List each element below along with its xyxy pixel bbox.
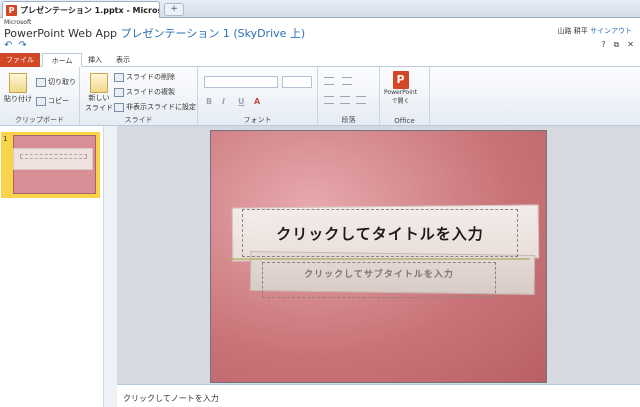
copy-icon [36,96,46,106]
bullets-icon[interactable] [324,77,334,85]
restore-icon[interactable]: ⧉ [614,40,620,50]
user-name: 山路 耕平 [557,27,588,35]
thumbnail-number: 1 [3,135,8,143]
duplicate-slide-label: スライドの複製 [126,88,175,96]
user-area: 山路 耕平 サインアウト [558,26,632,36]
sign-out-link[interactable]: サインアウト [590,27,632,35]
redo-icon[interactable]: ↷ [18,40,26,52]
office-group: P PowerPoint で開く Office [380,67,430,126]
new-slide-label-2: スライド [85,104,113,112]
title-placeholder[interactable]: クリックしてタイトルを入力 [242,209,518,257]
open-in-powerpoint-button[interactable]: P PowerPoint で開く [384,71,417,105]
font-color-button[interactable]: A [254,97,260,106]
tab-home[interactable]: ホーム [42,53,82,67]
new-slide-label-1: 新しい [88,94,110,102]
clipboard-group: 貼り付け 切り取り コピー クリップボード [0,67,80,126]
paragraph-group-label: 段落 [341,116,356,124]
new-tab-button[interactable]: + [164,3,184,16]
undo-icon[interactable]: ↶ [4,40,12,52]
align-left-icon[interactable] [324,96,334,104]
cut-button[interactable]: 切り取り [36,77,76,87]
bold-button[interactable]: B [206,97,212,106]
hide-slide-label: 非表示スライドに設定 [126,103,196,111]
underline-button[interactable]: U [238,97,245,106]
open-in-powerpoint-label-1: PowerPoint [384,89,418,96]
align-right-icon[interactable] [356,96,366,104]
thumbnail-title-strip [13,148,93,170]
paste-button[interactable]: 貼り付け [4,73,32,104]
italic-button[interactable]: I [222,97,225,106]
ribbon: 貼り付け 切り取り コピー クリップボード 新しい スライド スライドの削除 ス… [0,67,640,126]
help-icon[interactable]: ? [601,40,605,50]
paragraph-group: 段落 [318,67,380,126]
browser-tab[interactable]: P プレゼンテーション 1.pptx - Micros... x [2,1,160,18]
duplicate-slide-button[interactable]: スライドの複製 [114,87,175,97]
close-icon[interactable]: ✕ [627,40,634,50]
document-title[interactable]: プレゼンテーション 1 (SkyDrive 上) [121,27,306,40]
quick-access-toolbar: ↶ ↷ [4,40,27,52]
font-group-label: フォント [243,116,272,124]
delete-slide-icon [114,72,124,82]
tab-insert[interactable]: 挿入 [84,53,106,67]
thumbnail-title-placeholder [20,154,87,159]
tab-file[interactable]: ファイル [0,53,40,67]
slides-group: 新しい スライド スライドの削除 スライドの複製 非表示スライドに設定 スライド [80,67,198,126]
app-title: PowerPoint Web App プレゼンテーション 1 (SkyDrive… [4,25,305,41]
numbering-icon[interactable] [342,77,352,85]
scissors-icon [36,77,46,87]
paste-icon [9,73,27,93]
copy-button[interactable]: コピー [36,96,69,106]
browser-tab-title: プレゼンテーション 1.pptx - Micros... [20,5,160,15]
font-name-dropdown[interactable] [204,76,278,88]
thumbnail-scrollbar[interactable] [103,126,117,407]
hide-slide-button[interactable]: 非表示スライドに設定 [114,102,196,112]
decorative-line [228,258,530,260]
office-group-label: Office [394,117,415,125]
font-group: B I U A フォント [198,67,318,126]
new-slide-icon [90,73,108,93]
copy-label: コピー [48,97,69,105]
powerpoint-icon: P [6,4,17,16]
window-controls: ? ⧉ ✕ [601,40,634,50]
notes-pane[interactable]: クリックしてノートを入力 [117,384,640,407]
font-size-dropdown[interactable] [282,76,312,88]
new-slide-button[interactable]: 新しい スライド [85,73,113,113]
slides-group-label: スライド [124,116,153,124]
subtitle-placeholder[interactable]: クリックしてサブタイトルを入力 [262,262,496,298]
delete-slide-label: スライドの削除 [126,73,175,81]
clipboard-group-label: クリップボード [15,116,64,124]
paste-label: 貼り付け [4,95,32,103]
ribbon-tabs: ファイル ホーム 挿入 表示 [0,53,640,67]
tab-view[interactable]: 表示 [110,53,136,67]
cut-label: 切り取り [48,78,76,86]
powerpoint-open-icon: P [392,71,409,89]
delete-slide-button[interactable]: スライドの削除 [114,72,175,82]
app-name: PowerPoint Web App [4,27,118,40]
duplicate-slide-icon [114,87,124,97]
hide-slide-icon [114,102,124,112]
align-center-icon[interactable] [340,96,350,104]
open-in-powerpoint-label-2: で開く [391,98,410,105]
